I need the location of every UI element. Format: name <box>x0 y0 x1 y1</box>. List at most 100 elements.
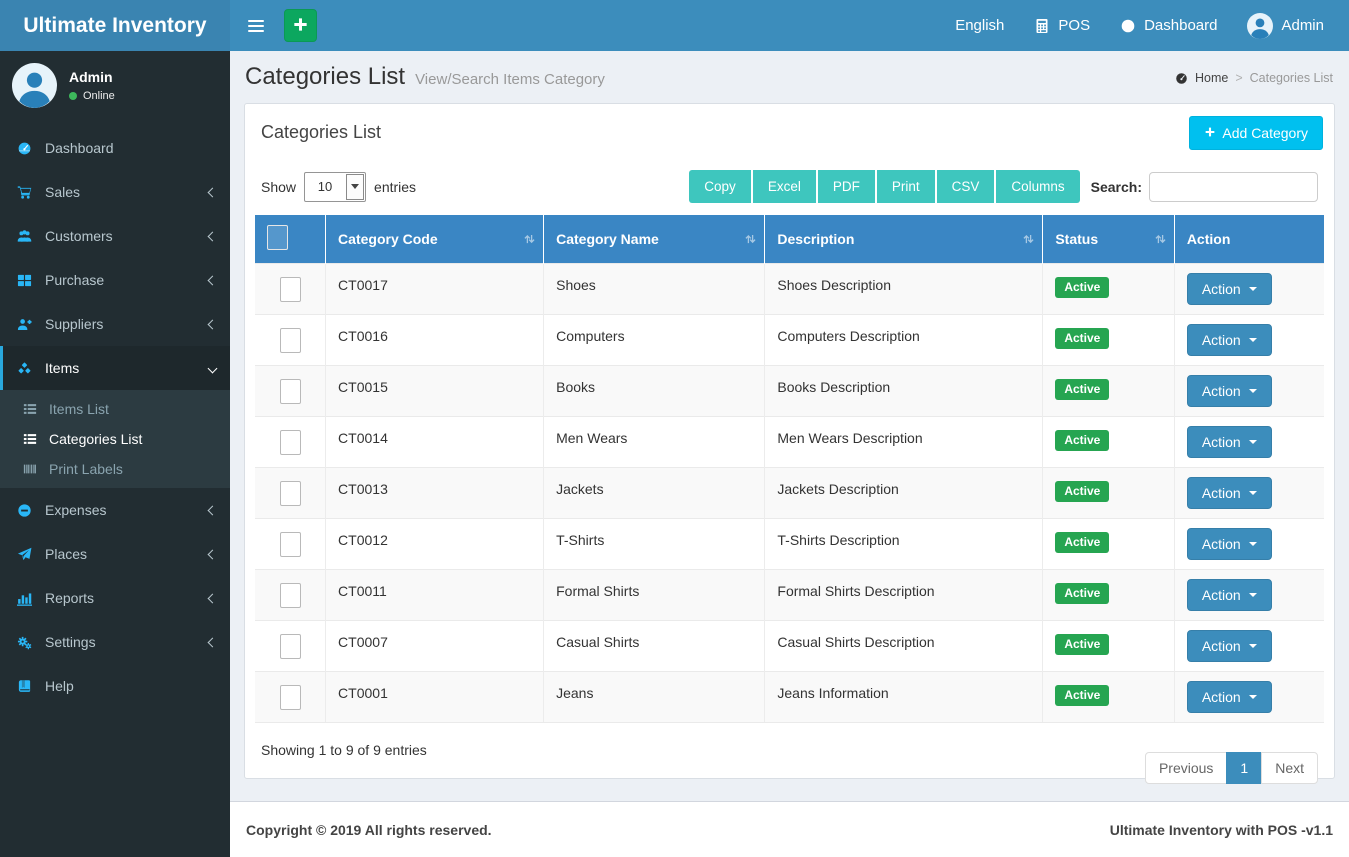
sidebar-link-suppliers[interactable]: Suppliers <box>0 302 230 346</box>
row-action-button[interactable]: Action <box>1186 579 1272 611</box>
table-body: CT0017 Shoes Shoes Description Active Action… <box>255 263 1324 723</box>
sidebar-sublink-categories-list[interactable]: Categories List <box>0 424 230 454</box>
brand-logo[interactable]: Ultimate Inventory <box>0 0 230 51</box>
sidebar-link-help[interactable]: Help <box>0 664 230 708</box>
row-checkbox[interactable] <box>279 379 301 404</box>
nav-pos[interactable]: POS <box>1019 0 1105 51</box>
column-header-category-name[interactable]: Category Name <box>543 215 765 264</box>
nav-language[interactable]: English <box>940 0 1019 51</box>
cell-category-name: T-Shirts <box>543 518 765 570</box>
caret-down-icon <box>1248 644 1257 648</box>
book-icon <box>15 679 34 694</box>
sort-icon <box>1154 233 1167 246</box>
export-button-group: Copy Excel PDF Print CSV Columns <box>689 170 1080 203</box>
entries-label: entries <box>374 178 417 195</box>
row-checkbox[interactable] <box>279 583 301 608</box>
sidebar-link-sales[interactable]: Sales <box>0 170 230 214</box>
column-header-category-code[interactable]: Category Code <box>325 215 544 264</box>
row-checkbox[interactable] <box>279 481 301 506</box>
search-input[interactable] <box>1149 171 1318 202</box>
row-checkbox[interactable] <box>279 634 301 659</box>
sidebar-item-sales: Sales <box>0 170 230 214</box>
export-print-button[interactable]: Print <box>876 170 937 203</box>
page-length-select[interactable]: 10 <box>304 171 367 202</box>
nav-user-menu[interactable]: Admin <box>1232 0 1339 51</box>
export-excel-button[interactable]: Excel <box>752 170 818 203</box>
add-category-button[interactable]: Add Category <box>1189 116 1323 150</box>
sort-icon <box>523 233 536 246</box>
nav-dashboard[interactable]: Dashboard <box>1105 0 1232 51</box>
row-checkbox[interactable] <box>279 532 301 557</box>
action-label: Action <box>1201 383 1241 399</box>
chevron-left-icon <box>207 275 218 285</box>
row-action-button[interactable]: Action <box>1186 528 1272 560</box>
row-action-button[interactable]: Action <box>1186 477 1272 509</box>
users-icon <box>15 229 34 244</box>
export-pdf-button[interactable]: PDF <box>817 170 877 203</box>
column-label: Action <box>1186 231 1231 247</box>
sidebar-link-settings[interactable]: Settings <box>0 620 230 664</box>
cell-status: Active <box>1042 569 1175 621</box>
card-header: Categories List Add Category <box>255 114 1324 160</box>
cell-category-code: CT0017 <box>325 263 544 315</box>
row-checkbox[interactable] <box>279 430 301 455</box>
table-row: CT0014 Men Wears Men Wears Description Acti… <box>255 416 1324 468</box>
sidebar-subitem-items-list: Items List <box>0 394 230 424</box>
sidebar-sublink-print-labels[interactable]: Print Labels <box>0 454 230 484</box>
row-checkbox[interactable] <box>279 277 301 302</box>
pagination-page-1[interactable]: 1 <box>1226 752 1263 784</box>
select-all-checkbox[interactable] <box>267 225 288 250</box>
avatar <box>12 63 57 108</box>
row-checkbox[interactable] <box>279 685 301 710</box>
column-header-description[interactable]: Description <box>764 215 1043 264</box>
cell-description: Jackets Description <box>764 467 1043 519</box>
table-row: CT0013 Jackets Jackets Description Active Ac… <box>255 467 1324 519</box>
table-row: CT0007 Casual Shirts Casual Shirts Descrip… <box>255 620 1324 672</box>
entries-info: Showing 1 to 9 of 9 entries <box>261 742 427 758</box>
cell-category-code: CT0013 <box>325 467 544 519</box>
sidebar-link-items[interactable]: Items <box>0 346 230 390</box>
cell-action: Action <box>1173 569 1324 621</box>
sidebar-sublink-items-list[interactable]: Items List <box>0 394 230 424</box>
cell-category-code: CT0015 <box>325 365 544 417</box>
row-action-button[interactable]: Action <box>1186 375 1272 407</box>
sidebar-link-purchase[interactable]: Purchase <box>0 258 230 302</box>
chevron-left-icon <box>207 505 218 515</box>
pagination-previous[interactable]: Previous <box>1144 752 1228 784</box>
export-csv-button[interactable]: CSV <box>936 170 997 203</box>
cell-category-name: Casual Shirts <box>543 620 765 672</box>
row-action-button[interactable]: Action <box>1186 324 1272 356</box>
row-select-cell <box>255 620 326 672</box>
breadcrumb-home[interactable]: Home <box>1195 71 1228 85</box>
status-badge: Active <box>1055 277 1110 298</box>
column-header-status[interactable]: Status <box>1042 215 1175 264</box>
row-action-button[interactable]: Action <box>1186 426 1272 458</box>
row-checkbox[interactable] <box>279 328 301 353</box>
sidebar-link-customers[interactable]: Customers <box>0 214 230 258</box>
sidebar-link-places[interactable]: Places <box>0 532 230 576</box>
sidebar-item-purchase: Purchase <box>0 258 230 302</box>
row-action-button[interactable]: Action <box>1186 273 1272 305</box>
chevron-down-icon <box>207 363 218 373</box>
sidebar-item-label: Customers <box>45 228 113 244</box>
table-row: CT0012 T-Shirts T-Shirts Description Active… <box>255 518 1324 570</box>
export-copy-button[interactable]: Copy <box>689 170 753 203</box>
sidebar-item-label: Reports <box>45 590 95 606</box>
version-text: Ultimate Inventory with POS -v1.1 <box>1109 821 1333 838</box>
sidebar-link-expenses[interactable]: Expenses <box>0 488 230 532</box>
sidebar-subitem-label: Categories List <box>49 431 143 447</box>
pagination-next[interactable]: Next <box>1261 752 1318 784</box>
sidebar-toggle-button[interactable] <box>239 0 273 51</box>
quick-add-button[interactable] <box>284 9 317 42</box>
pos-label: POS <box>1058 17 1091 34</box>
sidebar-subitem-label: Items List <box>49 401 109 417</box>
sidebar-item-label: Dashboard <box>45 140 114 156</box>
sidebar-link-dashboard[interactable]: Dashboard <box>0 126 230 170</box>
row-action-button[interactable]: Action <box>1186 630 1272 662</box>
column-header-action[interactable]: Action <box>1173 215 1324 264</box>
row-action-button[interactable]: Action <box>1186 681 1272 713</box>
sidebar-link-reports[interactable]: Reports <box>0 576 230 620</box>
sidebar-item-customers: Customers <box>0 214 230 258</box>
export-columns-button[interactable]: Columns <box>996 170 1080 203</box>
cell-action: Action <box>1173 263 1324 315</box>
